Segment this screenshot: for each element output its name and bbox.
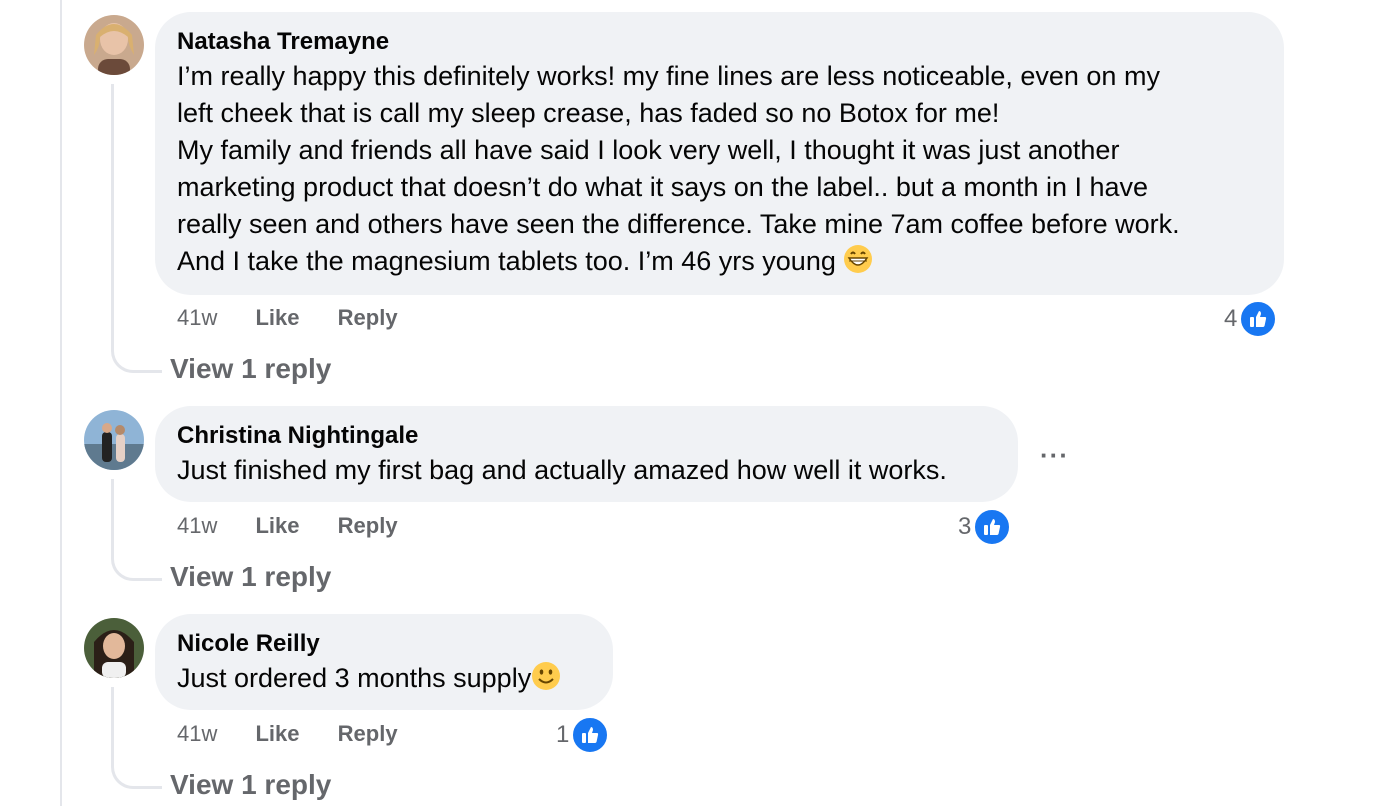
comment-line: Just finished my first bag and actually … — [177, 455, 947, 485]
comment-author[interactable]: Christina Nightingale — [177, 420, 996, 452]
comment-line: My family and friends all have said I lo… — [177, 135, 1120, 165]
comment-time[interactable]: 41w — [177, 721, 217, 746]
comment-line: marketing product that doesn’t do what i… — [177, 172, 1149, 202]
comment-text: Just ordered 3 months supply — [177, 660, 591, 701]
smiling-face-icon — [531, 661, 561, 701]
avatar[interactable] — [84, 410, 144, 470]
comment-line: left cheek that is call my sleep crease,… — [177, 98, 1000, 128]
comment-bubble: Christina Nightingale Just finished my f… — [155, 406, 1018, 502]
comment-line: Just ordered 3 months supply — [177, 663, 532, 693]
thumbs-up-icon — [571, 716, 610, 754]
reply-connector — [111, 687, 162, 789]
comment-line: really seen and others have seen the dif… — [177, 209, 1180, 239]
comment-bubble: Natasha Tremayne I’m really happy this d… — [155, 12, 1284, 295]
comment-actions: 41w Like Reply — [177, 721, 430, 747]
view-replies-link[interactable]: View 1 reply — [170, 561, 331, 593]
view-replies-link[interactable]: View 1 reply — [170, 353, 331, 385]
comment-author[interactable]: Nicole Reilly — [177, 628, 591, 660]
more-options-icon[interactable]: ··· — [1040, 440, 1069, 471]
reply-button[interactable]: Reply — [338, 513, 398, 538]
comment-line: I’m really happy this definitely works! … — [177, 61, 1160, 91]
thread-line — [60, 0, 62, 806]
reaction-count: 4 — [1224, 305, 1238, 332]
avatar[interactable] — [84, 15, 144, 75]
reply-button[interactable]: Reply — [338, 305, 398, 330]
grinning-face-icon — [843, 244, 873, 284]
comment-actions: 41w Like Reply — [177, 513, 430, 539]
reply-connector — [111, 479, 162, 581]
thumbs-up-icon — [1239, 300, 1278, 338]
comment-author[interactable]: Natasha Tremayne — [177, 26, 1262, 58]
comment-line-last: And I take the magnesium tablets too. I’… — [177, 243, 1262, 284]
avatar[interactable] — [84, 618, 144, 678]
comment-time[interactable]: 41w — [177, 513, 217, 538]
view-replies-link[interactable]: View 1 reply — [170, 769, 331, 801]
reply-button[interactable]: Reply — [338, 721, 398, 746]
comment-bubble: Nicole Reilly Just ordered 3 months supp… — [155, 614, 613, 710]
comment-time[interactable]: 41w — [177, 305, 217, 330]
reaction-summary[interactable]: 3 — [958, 508, 1012, 546]
like-button[interactable]: Like — [255, 513, 299, 538]
comment-text: I’m really happy this definitely works! … — [177, 58, 1262, 284]
reaction-count: 1 — [556, 721, 570, 748]
comment-text: Just finished my first bag and actually … — [177, 452, 996, 489]
like-button[interactable]: Like — [255, 305, 299, 330]
reaction-summary[interactable]: 4 — [1224, 300, 1278, 338]
comment-line: And I take the magnesium tablets too. I’… — [177, 246, 836, 276]
reaction-summary[interactable]: 1 — [556, 716, 610, 754]
comment-actions: 41w Like Reply — [177, 305, 430, 331]
reaction-count: 3 — [958, 513, 972, 540]
like-button[interactable]: Like — [255, 721, 299, 746]
thumbs-up-icon — [973, 508, 1012, 546]
